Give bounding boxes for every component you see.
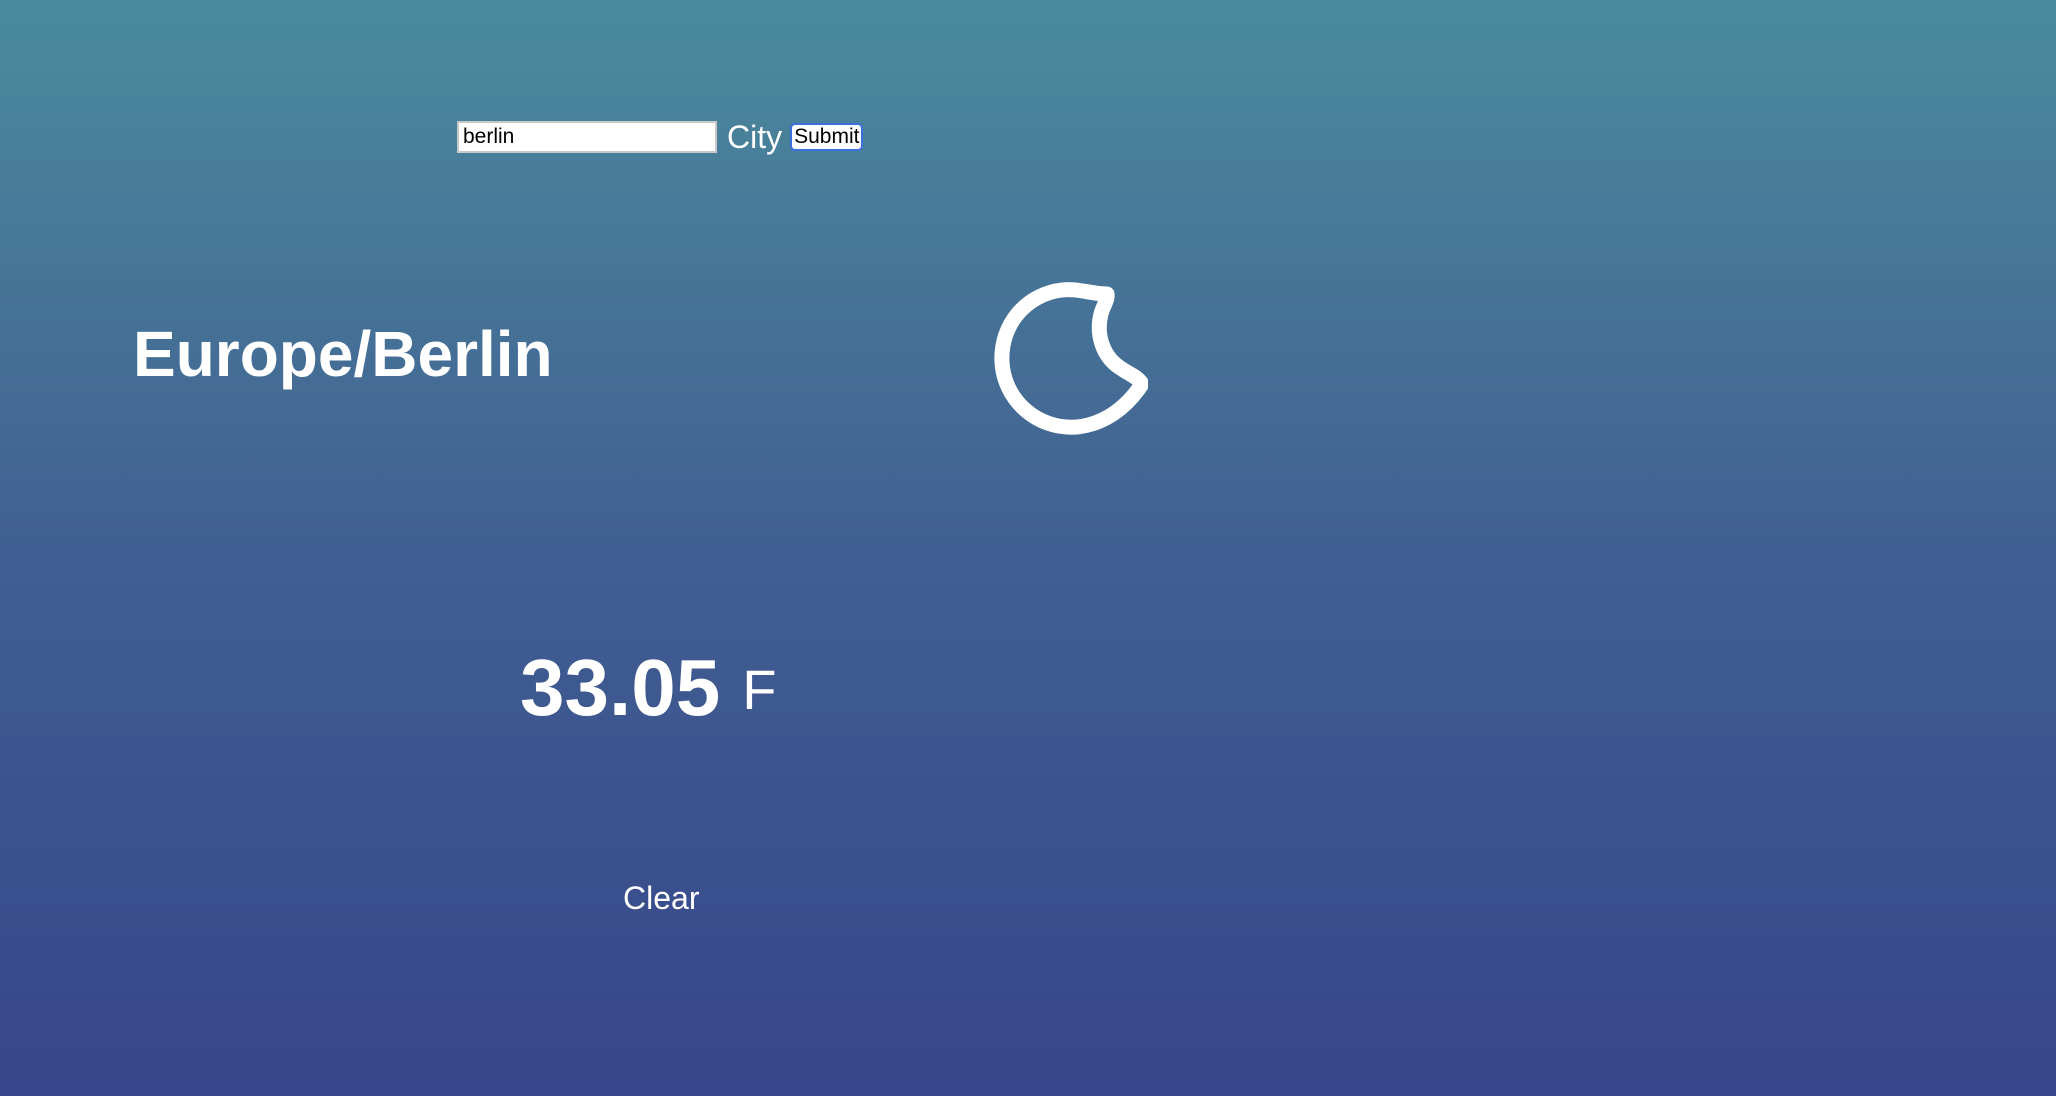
crescent-moon-icon	[994, 282, 1148, 435]
temperature-value: 33.05	[520, 643, 721, 732]
temperature-unit: F	[742, 658, 777, 721]
clear-button[interactable]: Clear	[623, 880, 699, 917]
submit-button[interactable]: Submit	[790, 123, 864, 151]
city-search-form: City Submit	[457, 118, 864, 156]
timezone-heading: Europe/Berlin	[133, 318, 553, 390]
temperature-display: 33.05 F	[520, 648, 776, 728]
city-label: City	[727, 118, 783, 155]
city-input[interactable]	[457, 121, 717, 153]
